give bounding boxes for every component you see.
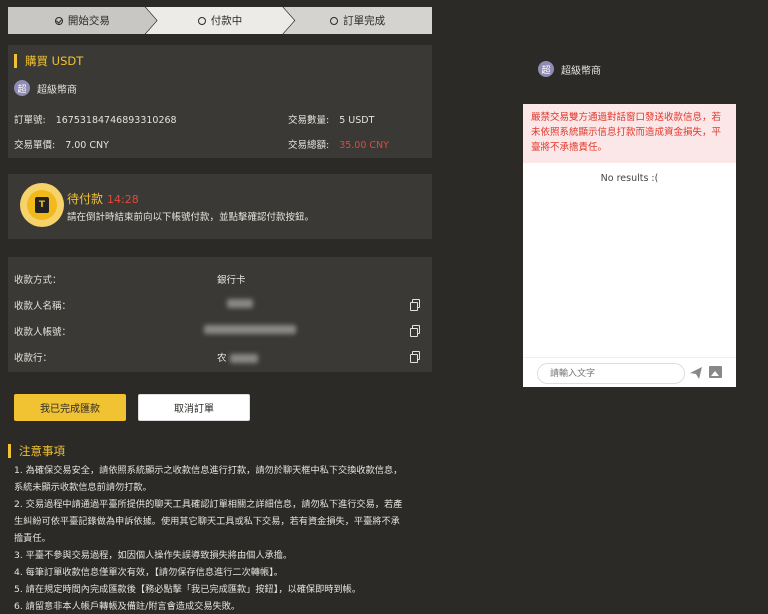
price-label: 交易單價: xyxy=(14,140,56,151)
notes-title: 注意事項 xyxy=(8,444,65,458)
progress-steps: 開始交易 付款中 訂單完成 xyxy=(8,7,433,34)
cancel-order-button[interactable]: 取消訂單 xyxy=(138,394,250,421)
step-label: 訂單完成 xyxy=(343,15,386,27)
merchant-name: 超級幣商 xyxy=(37,84,77,96)
pending-label: 待付款 xyxy=(67,192,104,206)
pending-title: 待付款 14:28 xyxy=(67,190,139,207)
copy-icon[interactable] xyxy=(410,325,420,337)
note-line: 4. 每筆訂單收款信息僅單次有效，【請勿保存信息進行二次轉帳】。 xyxy=(14,567,283,578)
pending-description: 請在倒計時結束前向以下帳號付款，並點擊確認付款按鈕。 xyxy=(67,212,315,223)
step-label: 開始交易 xyxy=(67,15,110,27)
order-panel: 購買 USDT 超 超級幣商 訂單號: 1675318474689331026​8… xyxy=(8,45,432,158)
note-line: 5. 請在規定時間內完成匯款後【務必點擊「我已完成匯款」按鈕】，以確保即時到帳。 xyxy=(14,584,362,595)
trade-quantity: 交易數量: 5 USDT xyxy=(288,112,374,126)
step-order-complete: 訂單完成 xyxy=(283,7,433,34)
check-circle-icon xyxy=(54,16,63,25)
quantity-label: 交易數量: xyxy=(288,115,330,126)
payment-method-value: 銀行卡 xyxy=(217,275,246,286)
note-line: 1. 為確保交易安全，請依照系統顯示之收款信息進行打款，請勿於聊天框中私下交換收… xyxy=(14,465,403,476)
total-value: 35.00 CNY xyxy=(339,140,389,151)
trade-total: 交易總額: 35.00 CNY xyxy=(288,137,389,151)
chat-merchant-name: 超級幣商 xyxy=(561,65,601,77)
payee-name-row: 收款人名稱： xyxy=(14,295,426,313)
order-title: 購買 USDT xyxy=(14,54,83,68)
total-label: 交易總額: xyxy=(288,140,330,151)
chat-footer xyxy=(523,357,736,387)
chat-input[interactable] xyxy=(537,363,685,384)
payee-bank-row: 收款行： 农 xyxy=(14,347,426,365)
note-line: 2. 交易過程中請通過平臺所提供的聊天工具確認訂單相關之詳細信息，請勿私下進行交… xyxy=(14,499,403,510)
chat-warning: 嚴禁交易雙方通過對話窗口發送收款信息，若未依照系統顯示信息打款而造成資金損失，平… xyxy=(523,104,736,163)
payee-name-label: 收款人名稱： xyxy=(14,301,72,312)
copy-icon[interactable] xyxy=(410,351,420,363)
avatar: 超 xyxy=(14,80,30,96)
usdt-coin-icon: T xyxy=(20,183,64,227)
notes-list: 1. 為確保交易安全，請依照系統顯示之收款信息進行打款，請勿於聊天框中私下交換收… xyxy=(14,462,430,614)
step-paying: 付款中 xyxy=(145,7,295,34)
copy-icon[interactable] xyxy=(410,299,420,311)
payment-done-button[interactable]: 我已完成匯款 xyxy=(14,394,126,421)
note-line: 生糾紛可依平臺記錄做為申訴依據。使用其它聊天工具或私下交易，若有資金損失，平臺將… xyxy=(14,516,400,527)
note-line: 擔責任。 xyxy=(14,533,51,544)
send-icon[interactable] xyxy=(689,366,703,380)
payee-bank-value: 农 xyxy=(217,350,258,364)
chat-empty-state: No results :( xyxy=(600,173,659,184)
chat-window: 嚴禁交易雙方通過對話窗口發送收款信息，若未依照系統顯示信息打款而造成資金損失，平… xyxy=(523,104,736,387)
note-line: 3. 平臺不參與交易過程，如因個人操作失誤導致損失將由個人承擔。 xyxy=(14,550,293,561)
note-line: 6. 請留意非本人帳戶轉帳及備註/附言會造成交易失敗。 xyxy=(14,601,241,612)
merchant-info: 超 超級幣商 xyxy=(14,80,77,96)
note-line: 系統未顯示收款信息前請勿打款。 xyxy=(14,482,152,493)
order-number: 訂單號: 1675318474689331026​8 xyxy=(14,112,177,126)
quantity-value: 5 USDT xyxy=(339,115,375,126)
payee-account-row: 收款人帳號： xyxy=(14,321,426,339)
order-number-label: 訂單號: xyxy=(14,115,46,126)
circle-icon xyxy=(197,16,206,25)
avatar: 超 xyxy=(538,61,554,77)
chat-merchant-header: 超 超級幣商 xyxy=(538,61,601,77)
unit-price: 交易單價: 7.00 CNY xyxy=(14,137,109,151)
payee-bank-prefix: 农 xyxy=(217,353,227,364)
order-number-value: 1675318474689331026​8 xyxy=(55,115,177,126)
step-label: 付款中 xyxy=(210,15,243,27)
payment-method-label: 收款方式： xyxy=(14,275,62,286)
payee-bank-label: 收款行： xyxy=(14,353,53,364)
pending-payment-panel: T 待付款 14:28 請在倒計時結束前向以下帳號付款，並點擊確認付款按鈕。 xyxy=(8,174,432,239)
circle-icon xyxy=(330,16,339,25)
image-upload-icon[interactable] xyxy=(709,366,722,378)
countdown-timer: 14:28 xyxy=(107,193,139,206)
payee-name-value-redacted xyxy=(227,298,253,309)
payment-method-row: 收款方式： 銀行卡 xyxy=(14,269,426,287)
step-start-trade: 開始交易 xyxy=(8,7,157,34)
price-value: 7.00 CNY xyxy=(65,140,109,151)
payee-account-value-redacted xyxy=(204,324,296,335)
payee-account-label: 收款人帳號： xyxy=(14,327,72,338)
payment-details-panel: 收款方式： 銀行卡 收款人名稱： 收款人帳號： 收款行： 农 xyxy=(8,257,432,372)
